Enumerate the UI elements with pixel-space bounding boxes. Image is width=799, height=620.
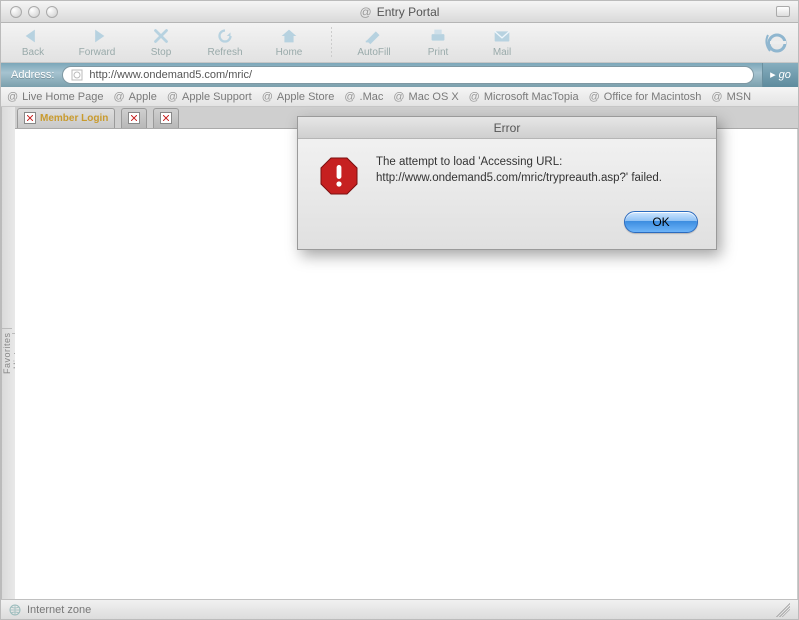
at-icon: @	[344, 91, 355, 103]
tab-blank-1[interactable]	[121, 108, 147, 128]
bookmark-apple-support[interactable]: @Apple Support	[167, 91, 252, 103]
sidebar: Favorites History Search Scrapbook Page …	[1, 107, 15, 599]
bookmark-dot-mac[interactable]: @.Mac	[344, 91, 383, 103]
resize-grip[interactable]	[776, 603, 790, 617]
tab-blank-2[interactable]	[153, 108, 179, 128]
sidebar-tab-favorites[interactable]: Favorites	[2, 328, 12, 379]
error-stop-icon	[318, 155, 360, 197]
bookmarks-bar: @Live Home Page @Apple @Apple Support @A…	[1, 87, 798, 107]
title-bar: @ Entry Portal	[1, 1, 798, 23]
back-button[interactable]: Back	[11, 27, 55, 58]
address-bar: Address: go	[1, 63, 798, 87]
at-icon: @	[589, 91, 600, 103]
bookmark-mac-os-x[interactable]: @Mac OS X	[393, 91, 458, 103]
broken-image-icon	[128, 112, 140, 124]
page-icon	[71, 69, 83, 81]
at-icon: @	[7, 91, 18, 103]
window-title: @ Entry Portal	[1, 5, 798, 19]
error-dialog: Error The attempt to load 'Accessing URL…	[297, 116, 717, 250]
autofill-button[interactable]: AutoFill	[352, 27, 396, 58]
bookmark-msn[interactable]: @MSN	[711, 91, 751, 103]
bookmark-apple-store[interactable]: @Apple Store	[262, 91, 335, 103]
bookmark-apple[interactable]: @Apple	[114, 91, 157, 103]
forward-button[interactable]: Forward	[75, 27, 119, 58]
at-icon: @	[469, 91, 480, 103]
url-input[interactable]	[89, 69, 745, 81]
dialog-message: The attempt to load 'Accessing URL: http…	[376, 155, 676, 197]
at-icon: @	[711, 91, 722, 103]
tab-label: Member Login	[40, 113, 108, 124]
refresh-button[interactable]: Refresh	[203, 27, 247, 58]
toolbar: Back Forward Stop Refresh Home	[1, 23, 798, 63]
mail-button[interactable]: Mail	[480, 27, 524, 58]
tab-member-login[interactable]: Member Login	[17, 108, 115, 128]
at-icon: @	[360, 5, 372, 19]
at-icon: @	[393, 91, 404, 103]
at-icon: @	[262, 91, 273, 103]
stop-button[interactable]: Stop	[139, 27, 183, 58]
toolbar-toggle-button[interactable]	[776, 6, 790, 17]
address-label: Address:	[11, 69, 54, 81]
status-bar: Internet zone	[1, 599, 798, 619]
go-button[interactable]: go	[762, 63, 798, 87]
status-zone-text: Internet zone	[27, 604, 91, 616]
browser-window: @ Entry Portal Back Forward Stop Refresh	[0, 0, 799, 620]
bookmark-live-home-page[interactable]: @Live Home Page	[7, 91, 104, 103]
home-button[interactable]: Home	[267, 27, 311, 58]
at-icon: @	[167, 91, 178, 103]
print-button[interactable]: Print	[416, 27, 460, 58]
globe-icon	[9, 604, 21, 616]
window-title-text: Entry Portal	[377, 5, 440, 19]
bookmark-office-mac[interactable]: @Office for Macintosh	[589, 91, 702, 103]
address-field[interactable]	[62, 66, 754, 84]
broken-image-icon	[24, 112, 36, 124]
ie-logo-icon	[762, 29, 788, 55]
broken-image-icon	[160, 112, 172, 124]
toolbar-separator	[331, 27, 332, 59]
at-icon: @	[114, 91, 125, 103]
bookmark-mactopia[interactable]: @Microsoft MacTopia	[469, 91, 579, 103]
ok-button[interactable]: OK	[624, 211, 698, 233]
dialog-title: Error	[298, 117, 716, 139]
